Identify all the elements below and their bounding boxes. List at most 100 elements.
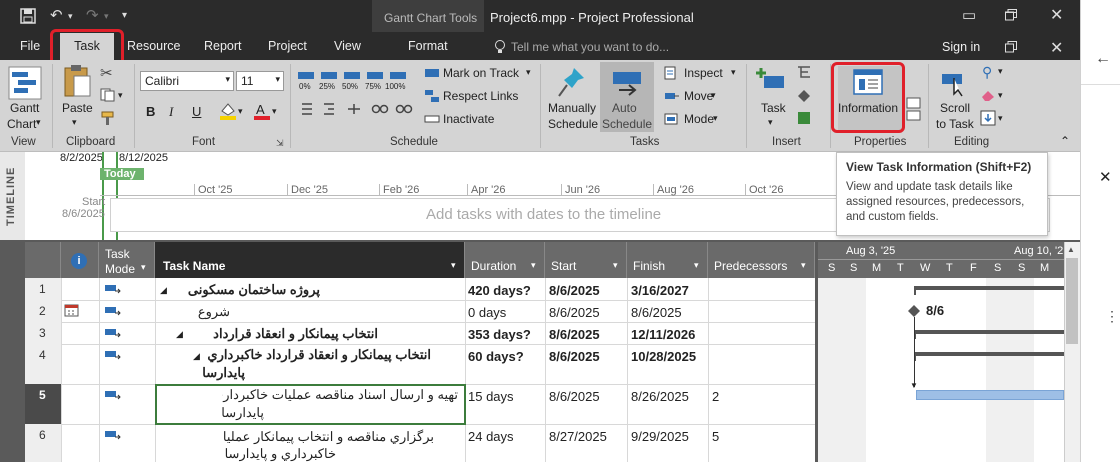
- bold-button[interactable]: B: [146, 104, 155, 119]
- predecessors-filter-icon[interactable]: ▾: [801, 260, 806, 271]
- gantt-chart-dropdown-icon[interactable]: ▾: [36, 117, 41, 128]
- underline-button[interactable]: U: [192, 104, 201, 119]
- duration-cell[interactable]: 60 days?: [468, 349, 524, 364]
- gantt-chart-label-2[interactable]: Chart: [7, 117, 36, 131]
- respect-links-icon[interactable]: [424, 89, 440, 103]
- back-arrow-icon[interactable]: ←: [1095, 50, 1111, 68]
- summary-bar[interactable]: [914, 352, 1064, 356]
- start-cell[interactable]: 8/6/2025: [549, 283, 600, 298]
- collapse-ribbon-icon[interactable]: ⌃: [1060, 134, 1070, 148]
- pushpin-icon[interactable]: [556, 66, 586, 100]
- mode-icon[interactable]: [664, 112, 680, 126]
- collapse-icon[interactable]: ◢: [176, 329, 183, 340]
- customize-qat-icon[interactable]: ▾: [122, 10, 127, 21]
- collapse-icon[interactable]: ◢: [193, 351, 200, 362]
- task-bar[interactable]: [916, 390, 1064, 400]
- deliverable-icon[interactable]: [796, 110, 812, 126]
- gantt-chart-label-1[interactable]: Gantt: [10, 101, 39, 115]
- milestone-icon[interactable]: [796, 88, 812, 104]
- tab-resource[interactable]: Resource: [127, 39, 181, 53]
- duration-cell[interactable]: 15 days: [468, 389, 514, 404]
- finish-cell[interactable]: 10/28/2025: [631, 349, 696, 364]
- duration-cell[interactable]: 420 days?: [468, 283, 531, 298]
- scroll-up-icon[interactable]: ▲: [1067, 245, 1075, 254]
- background-color-icon[interactable]: [218, 101, 238, 121]
- task-name-cell[interactable]: پروژه ساختمان مسکونی: [170, 282, 320, 298]
- undo-dropdown-icon[interactable]: ▾: [68, 11, 73, 22]
- paste-dropdown-icon[interactable]: ▾: [72, 117, 77, 128]
- finish-filter-icon[interactable]: ▾: [694, 260, 699, 271]
- sign-in-link[interactable]: Sign in: [942, 40, 980, 54]
- row-number[interactable]: 2: [25, 300, 61, 322]
- finish-cell[interactable]: 12/11/2026: [631, 327, 695, 342]
- tell-me-input[interactable]: Tell me what you want to do...: [511, 40, 669, 54]
- scroll-to-task-label-2[interactable]: to Task: [936, 117, 974, 131]
- move-icon[interactable]: [664, 89, 680, 103]
- font-color-dropdown-icon[interactable]: ▾: [272, 106, 277, 117]
- ribbon-display-options-icon[interactable]: ▭: [962, 6, 976, 24]
- task-name-cell-l1[interactable]: برگزاري مناقصه و انتخاب پیمانکار عملیات: [224, 429, 434, 445]
- inactivate-button[interactable]: Inactivate: [443, 112, 494, 126]
- summary-bar[interactable]: [914, 330, 1064, 334]
- background-color-dropdown-icon[interactable]: ▾: [238, 106, 243, 117]
- task-name-header[interactable]: Task Name ▾: [155, 242, 465, 278]
- summary-bar[interactable]: [914, 286, 1064, 290]
- row-number[interactable]: 4: [25, 344, 61, 384]
- row-number[interactable]: 3: [25, 322, 61, 344]
- manually-schedule-label-1[interactable]: Manually: [548, 101, 596, 115]
- pct-100-button[interactable]: 100%: [385, 82, 405, 91]
- font-dialog-launcher-icon[interactable]: ⇲: [276, 138, 284, 149]
- pct-25-button[interactable]: 25%: [319, 82, 335, 91]
- copy-icon[interactable]: [100, 88, 116, 102]
- finish-header[interactable]: Finish ▾: [627, 242, 708, 278]
- summary-task-icon[interactable]: [796, 64, 812, 80]
- manually-schedule-label-2[interactable]: Schedule: [548, 117, 598, 131]
- pct-0-button[interactable]: 0%: [299, 82, 311, 91]
- task-name-cell-l2[interactable]: پایدارسازي: [203, 365, 245, 381]
- indicators-header[interactable]: i: [61, 242, 99, 278]
- finish-cell[interactable]: 3/16/2027: [631, 283, 689, 298]
- duration-header[interactable]: Duration ▾: [465, 242, 545, 278]
- start-header[interactable]: Start ▾: [545, 242, 627, 278]
- duration-cell[interactable]: 0 days: [468, 305, 506, 320]
- font-family-select[interactable]: Calibri ▾: [140, 71, 234, 91]
- paste-label[interactable]: Paste: [62, 101, 93, 115]
- collapse-icon[interactable]: ◢: [160, 285, 167, 296]
- inactivate-icon[interactable]: [424, 112, 440, 126]
- inspect-button[interactable]: Inspect: [684, 66, 723, 80]
- task-name-cell-l2[interactable]: خاکبرداري و پایدارسازي: [224, 446, 336, 462]
- start-cell[interactable]: 8/6/2025: [549, 389, 600, 404]
- predecessors-cell[interactable]: 2: [712, 389, 719, 404]
- restore-ribbon-icon[interactable]: [1005, 41, 1017, 53]
- tab-file[interactable]: File: [20, 39, 40, 53]
- predecessors-cell[interactable]: 5: [712, 429, 719, 444]
- task-name-cell-l2[interactable]: پایدارسازي: [222, 405, 264, 421]
- finish-cell[interactable]: 9/29/2025: [631, 429, 689, 444]
- insert-task-label[interactable]: Task: [761, 101, 786, 115]
- finish-cell[interactable]: 8/26/2025: [631, 389, 689, 404]
- find-dropdown-icon[interactable]: ▾: [998, 66, 1003, 77]
- duration-filter-icon[interactable]: ▾: [531, 260, 536, 271]
- font-size-select[interactable]: 11 ▾: [236, 71, 284, 91]
- tab-format[interactable]: Format: [408, 39, 448, 53]
- move-dropdown-icon[interactable]: ▾: [711, 90, 716, 101]
- pct-50-button[interactable]: 50%: [342, 82, 358, 91]
- inspect-dropdown-icon[interactable]: ▾: [731, 67, 736, 78]
- start-filter-icon[interactable]: ▾: [613, 260, 618, 271]
- start-cell[interactable]: 8/6/2025: [549, 327, 600, 342]
- task-name-cell[interactable]: شروع: [170, 304, 230, 320]
- mode-dropdown-icon[interactable]: ▾: [713, 113, 718, 124]
- mode-button[interactable]: Mode: [684, 112, 714, 126]
- font-color-icon[interactable]: A: [252, 101, 272, 121]
- clear-dropdown-icon[interactable]: ▾: [998, 90, 1003, 101]
- save-icon[interactable]: [20, 8, 36, 24]
- milestone-diamond[interactable]: [908, 305, 920, 317]
- insert-task-icon[interactable]: [756, 66, 786, 96]
- row-header-corner[interactable]: [25, 242, 61, 278]
- move-button[interactable]: Move: [684, 89, 713, 103]
- copy-dropdown-icon[interactable]: ▾: [118, 90, 123, 101]
- row-number[interactable]: 1: [25, 278, 61, 300]
- start-cell[interactable]: 8/6/2025: [549, 305, 600, 320]
- font-size-dropdown-icon[interactable]: ▾: [275, 74, 280, 85]
- tab-project[interactable]: Project: [268, 39, 307, 53]
